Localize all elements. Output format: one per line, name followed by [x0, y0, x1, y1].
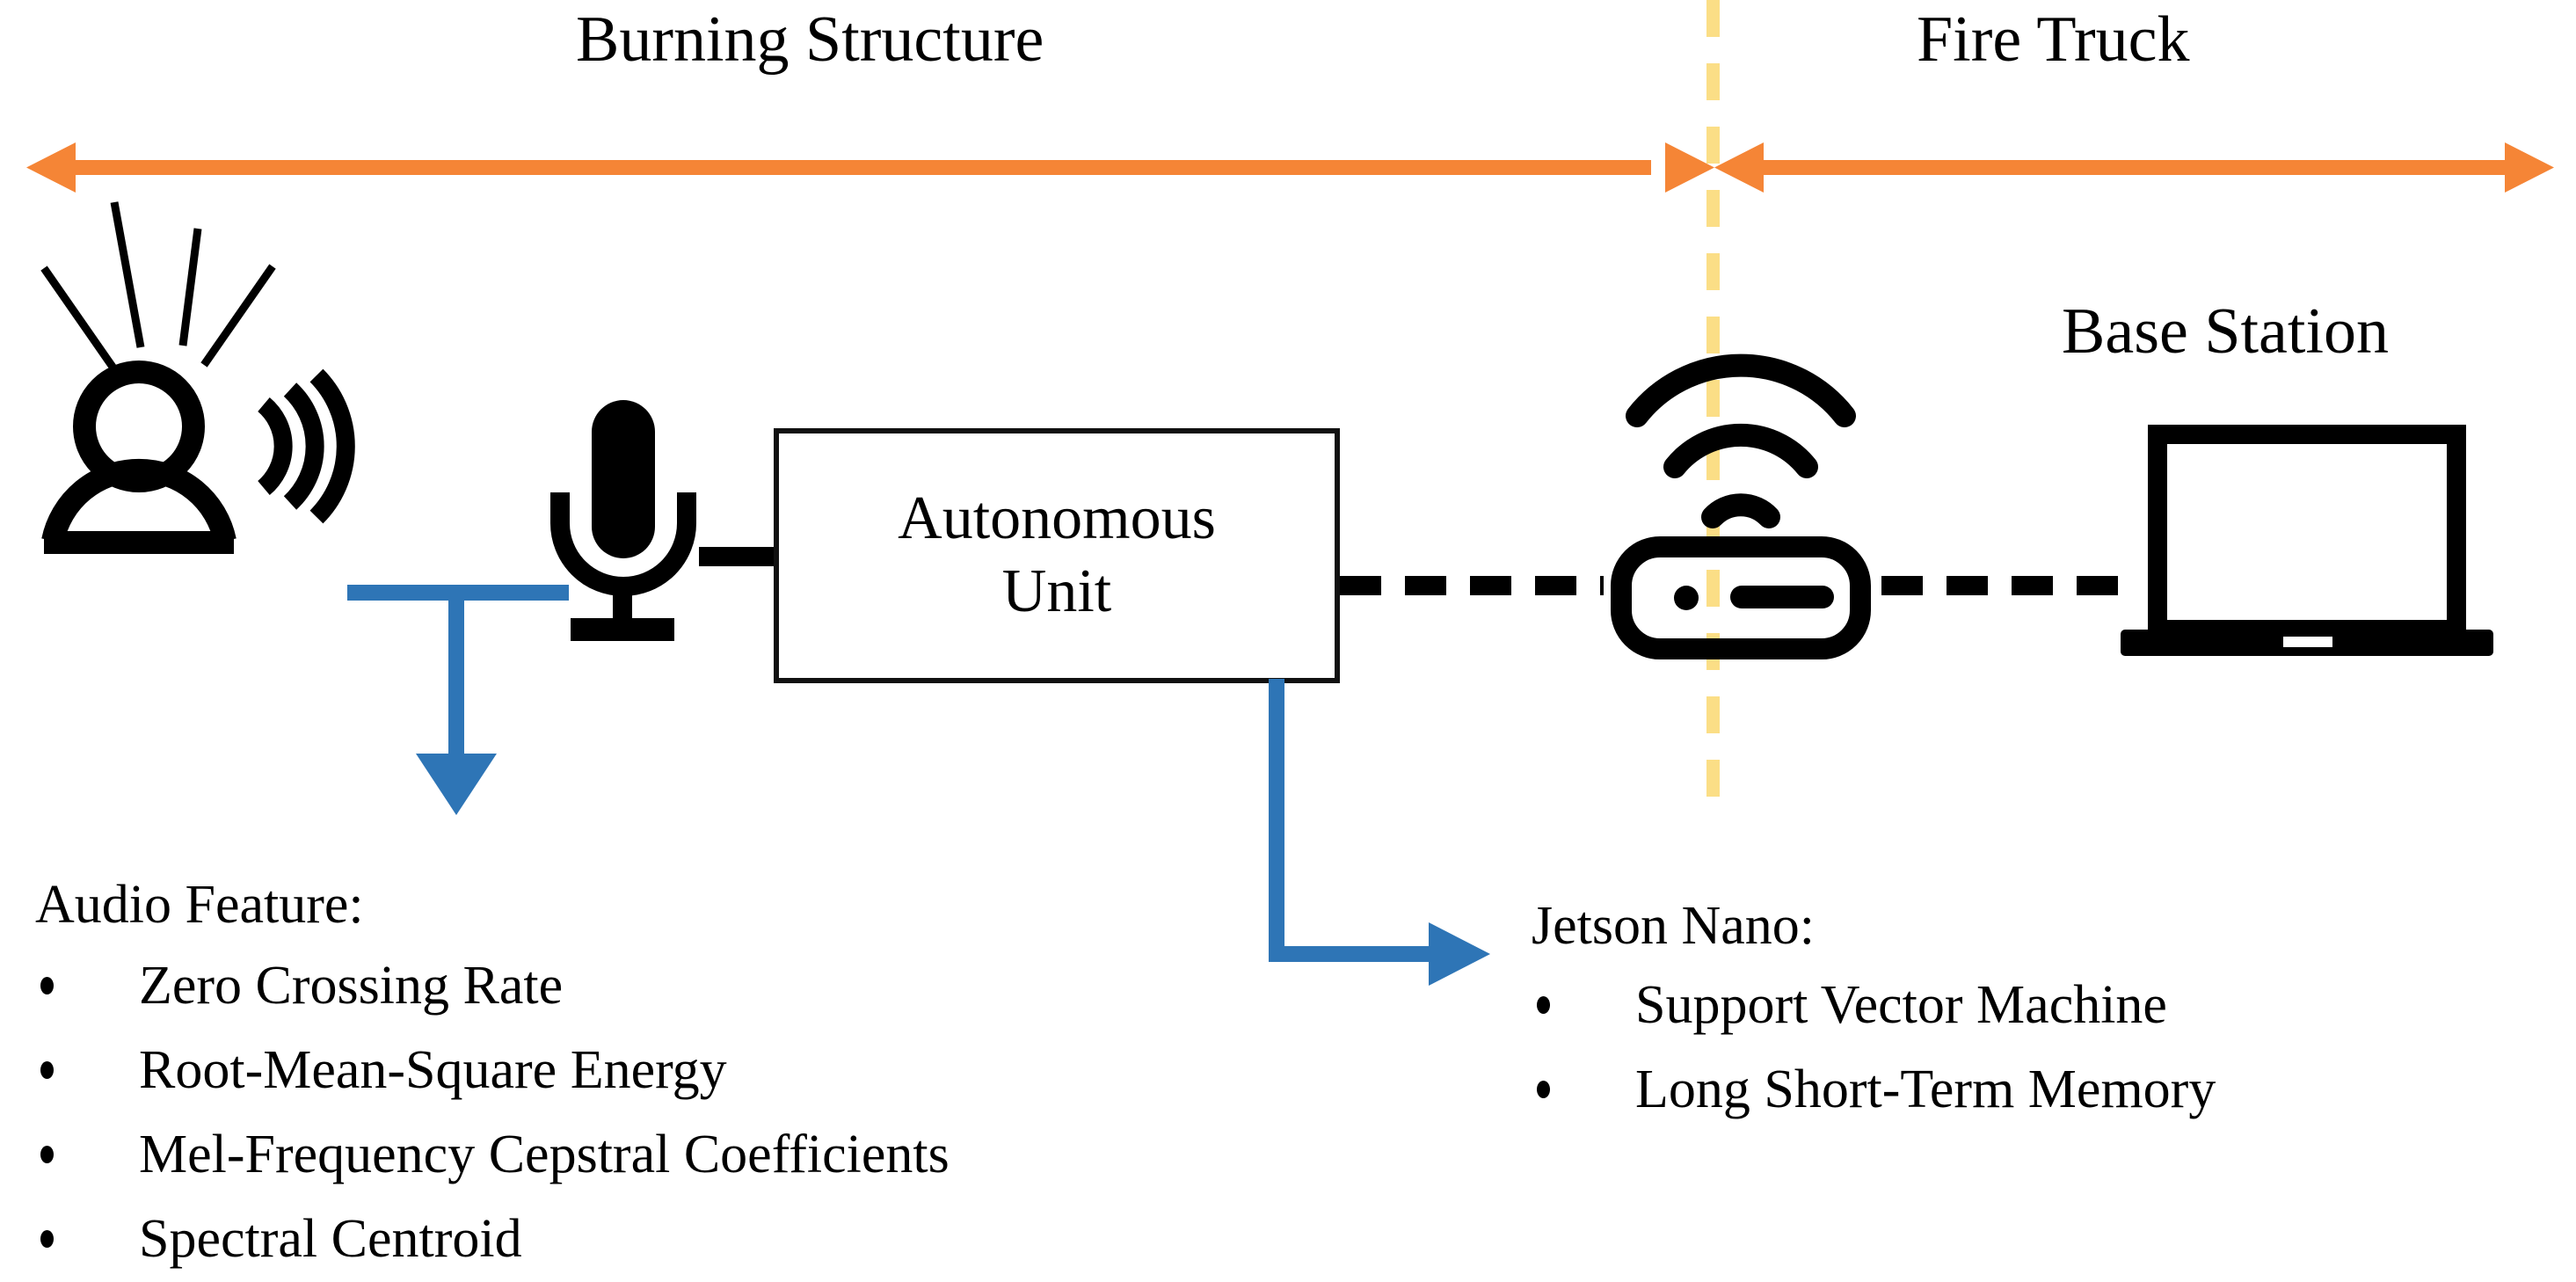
zone-title-burning-structure: Burning Structure — [576, 4, 1044, 76]
list-item: Long Short-Term Memory — [1532, 1062, 2216, 1117]
microphone-stem-icon — [613, 580, 632, 623]
span-arrow-burning-structure — [26, 142, 1714, 193]
zone-title-fire-truck: Fire Truck — [1917, 4, 2190, 76]
bullet-dot-icon — [40, 977, 54, 994]
router-indicator-bar-icon — [1730, 586, 1834, 608]
annotation-connector-jetson-nano — [1269, 679, 1490, 986]
autonomous-unit-label-line2: Unit — [1001, 557, 1112, 625]
laptop-icon — [2121, 425, 2493, 656]
emphasis-rays-icon — [40, 201, 276, 372]
audio-feature-list: Zero Crossing Rate Root-Mean-Square Ener… — [35, 958, 950, 1282]
router-led-icon — [1674, 586, 1699, 610]
diagram-canvas: Burning Structure Fire Truck Autonomous … — [0, 0, 2576, 1282]
audio-feature-heading: Audio Feature: — [35, 875, 364, 935]
bullet-dot-icon — [1537, 996, 1550, 1014]
list-item: Mel-Frequency Cepstral Coefficients — [35, 1127, 950, 1182]
shouting-person-icon — [40, 201, 355, 554]
base-station-label: Base Station — [2062, 295, 2390, 368]
wireless-link-router-to-base — [1881, 576, 2126, 595]
microphone-capsule-icon — [592, 400, 655, 558]
list-item: Spectral Centroid — [35, 1212, 950, 1266]
bullet-dot-icon — [40, 1230, 54, 1248]
annotation-connector-audio-feature — [347, 585, 569, 815]
audio-feature-item-2: Mel-Frequency Cepstral Coefficients — [139, 1125, 950, 1184]
wireless-router-icon — [1611, 353, 1871, 659]
span-arrow-fire-truck — [1714, 142, 2554, 193]
sound-wave-icon — [257, 368, 355, 524]
jetson-nano-item-1: Long Short-Term Memory — [1635, 1060, 2216, 1119]
connector-mic-to-unit — [699, 547, 782, 566]
person-body-icon — [41, 458, 236, 543]
bullet-dot-icon — [40, 1061, 54, 1079]
laptop-trackpad-notch-icon — [2283, 637, 2332, 647]
bullet-dot-icon — [1537, 1081, 1550, 1098]
jetson-nano-heading: Jetson Nano: — [1532, 896, 1816, 956]
audio-feature-item-3: Spectral Centroid — [139, 1209, 522, 1269]
bullet-dot-icon — [40, 1146, 54, 1163]
laptop-screen-icon — [2148, 425, 2466, 639]
autonomous-unit-box[interactable]: Autonomous Unit — [774, 428, 1340, 683]
list-item: Zero Crossing Rate — [35, 958, 950, 1013]
list-item: Root-Mean-Square Energy — [35, 1043, 950, 1097]
audio-feature-item-0: Zero Crossing Rate — [139, 956, 564, 1016]
wifi-signal-icon — [1626, 353, 1856, 528]
jetson-nano-list: Support Vector Machine Long Short-Term M… — [1532, 978, 2216, 1147]
autonomous-unit-label-line1: Autonomous — [898, 484, 1216, 553]
jetson-nano-item-0: Support Vector Machine — [1635, 975, 2167, 1035]
list-item: Support Vector Machine — [1532, 978, 2216, 1032]
audio-feature-item-1: Root-Mean-Square Energy — [139, 1040, 727, 1100]
wireless-link-unit-to-router — [1340, 576, 1604, 595]
